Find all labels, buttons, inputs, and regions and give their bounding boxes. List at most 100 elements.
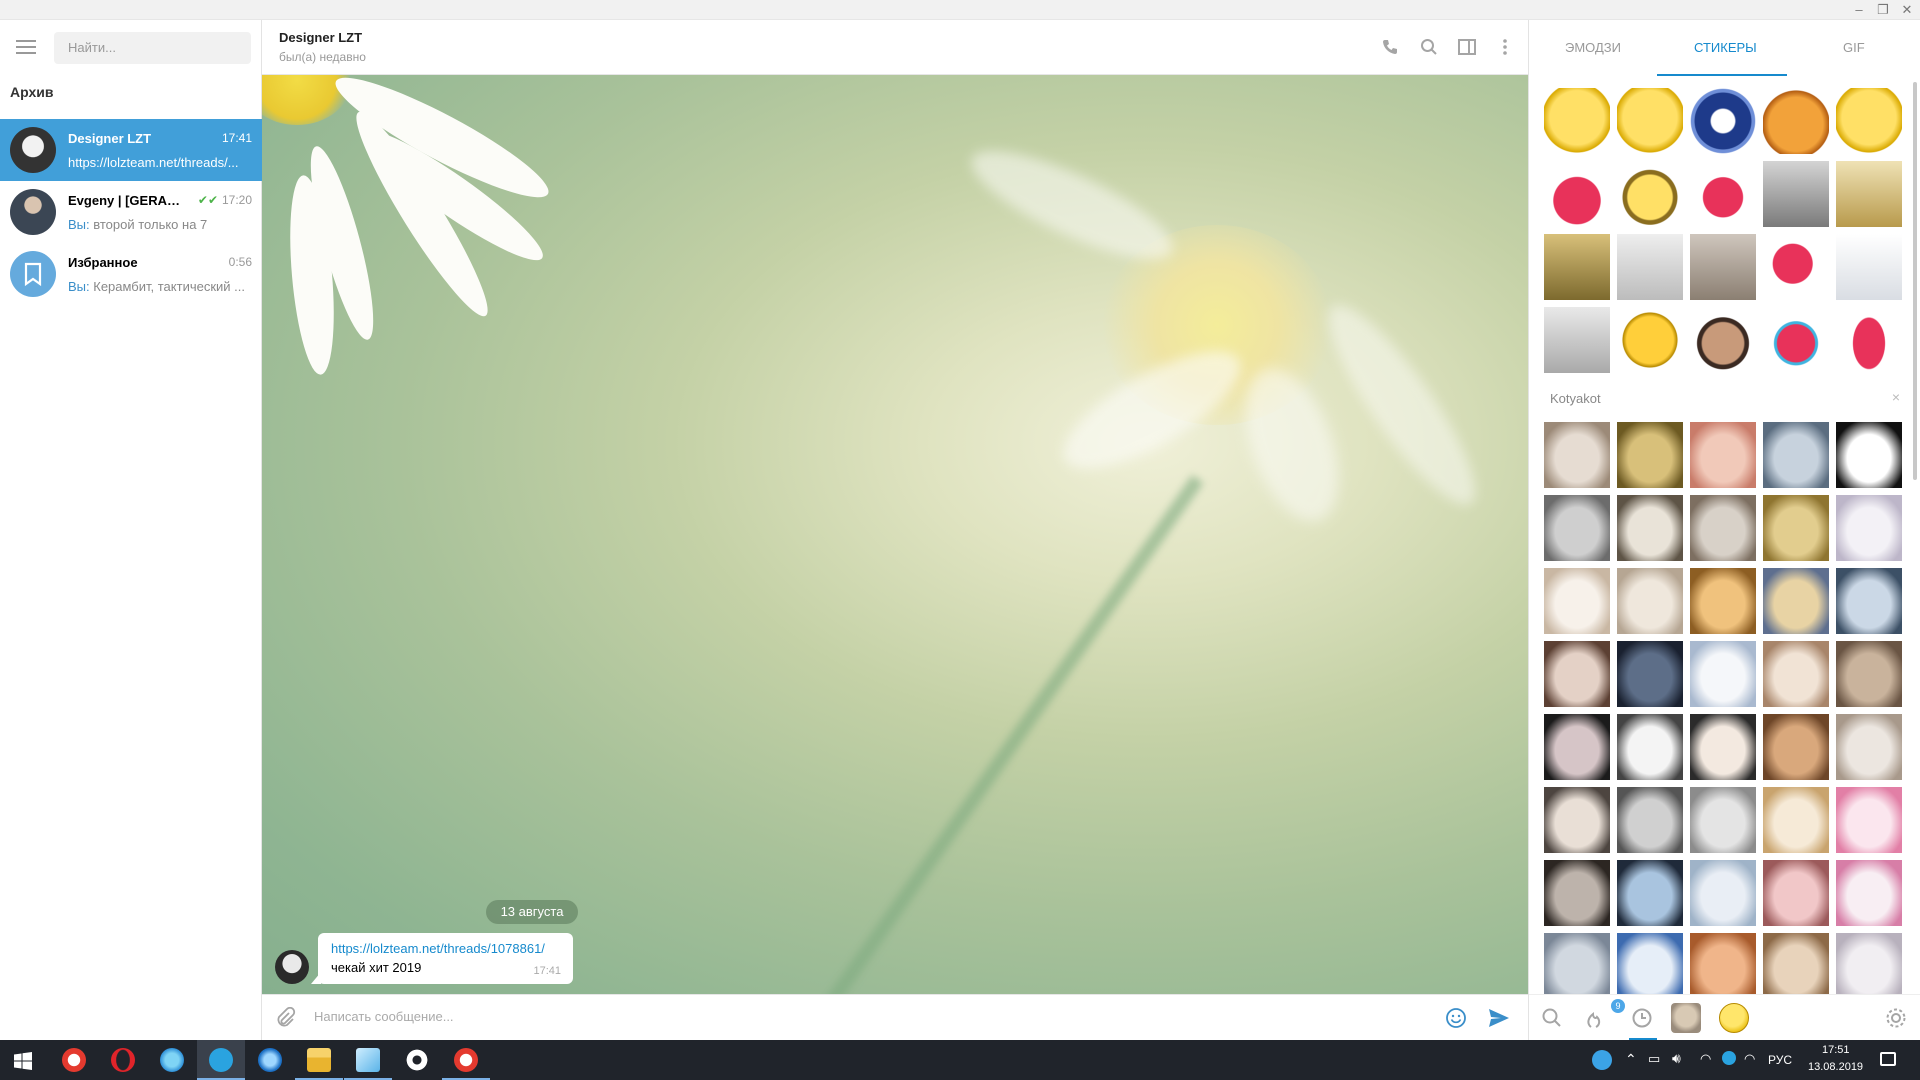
sticker-item[interactable] bbox=[1836, 568, 1902, 634]
sticker-item[interactable] bbox=[1617, 307, 1683, 373]
sticker-item[interactable] bbox=[1544, 88, 1610, 154]
tab-gif[interactable]: GIF bbox=[1843, 40, 1865, 55]
sticker-item[interactable] bbox=[1617, 933, 1683, 999]
sticker-item[interactable] bbox=[1763, 307, 1829, 373]
chat-title[interactable]: Designer LZT bbox=[279, 30, 362, 45]
hamburger-menu-icon[interactable] bbox=[16, 40, 36, 54]
sticker-item[interactable] bbox=[1836, 307, 1902, 373]
sticker-item[interactable] bbox=[1836, 933, 1902, 999]
network-icon[interactable]: ▭ bbox=[1648, 1051, 1660, 1067]
search-icon[interactable] bbox=[1539, 1005, 1565, 1031]
app-icon[interactable] bbox=[148, 1040, 196, 1080]
sticker-item[interactable] bbox=[1544, 860, 1610, 926]
sticker-item[interactable] bbox=[1617, 234, 1683, 300]
message-bubble[interactable]: https://lolzteam.net/threads/1078861/ че… bbox=[318, 933, 573, 984]
windows-start-icon[interactable] bbox=[14, 1052, 32, 1070]
yandex-browser-icon[interactable] bbox=[442, 1040, 490, 1080]
app-icon[interactable] bbox=[344, 1040, 392, 1080]
send-icon[interactable] bbox=[1487, 1007, 1511, 1029]
more-vertical-icon[interactable] bbox=[1495, 37, 1515, 57]
sticker-item[interactable] bbox=[1763, 933, 1829, 999]
telegram-icon[interactable] bbox=[197, 1040, 245, 1080]
sticker-item[interactable] bbox=[1544, 234, 1610, 300]
sticker-item[interactable] bbox=[1617, 88, 1683, 154]
sticker-item[interactable] bbox=[1836, 787, 1902, 853]
sticker-item[interactable] bbox=[1836, 714, 1902, 780]
search-icon[interactable] bbox=[1419, 37, 1439, 57]
sticker-item[interactable] bbox=[1690, 714, 1756, 780]
settings-gear-icon[interactable] bbox=[393, 1040, 441, 1080]
sticker-item[interactable] bbox=[1836, 161, 1902, 227]
sticker-item[interactable] bbox=[1690, 161, 1756, 227]
sticker-item[interactable] bbox=[1690, 234, 1756, 300]
sidebar-toggle-icon[interactable] bbox=[1457, 37, 1477, 57]
app-tray-icon[interactable]: ◠ bbox=[1744, 1051, 1755, 1067]
sticker-item[interactable] bbox=[1617, 495, 1683, 561]
telegram-tray-icon[interactable] bbox=[1722, 1051, 1736, 1065]
sticker-item[interactable] bbox=[1544, 714, 1610, 780]
sticker-item[interactable] bbox=[1544, 933, 1610, 999]
sticker-item[interactable] bbox=[1617, 641, 1683, 707]
sticker-item[interactable] bbox=[1763, 568, 1829, 634]
sticker-item[interactable] bbox=[1544, 307, 1610, 373]
sticker-item[interactable] bbox=[1690, 568, 1756, 634]
search-input[interactable]: Найти... bbox=[54, 32, 251, 64]
clock-time[interactable]: 17:51 bbox=[1822, 1044, 1850, 1056]
sticker-item[interactable] bbox=[1544, 787, 1610, 853]
close-icon[interactable]: × bbox=[1892, 389, 1900, 405]
attach-icon[interactable] bbox=[274, 1007, 296, 1029]
sticker-item[interactable] bbox=[1690, 88, 1756, 154]
message-link[interactable]: https://lolzteam.net/threads/1078861/ bbox=[331, 941, 545, 956]
chevron-up-icon[interactable]: ⌃ bbox=[1625, 1051, 1637, 1068]
language-indicator[interactable]: РУС bbox=[1768, 1053, 1792, 1067]
sticker-item[interactable] bbox=[1836, 860, 1902, 926]
dialog-evgeny[interactable]: Evgeny | [GERALD-... ✔✔ 17:20 Вы: второй… bbox=[0, 181, 262, 243]
recent-clock-icon[interactable] bbox=[1629, 1005, 1655, 1031]
sticker-item[interactable] bbox=[1617, 161, 1683, 227]
sticker-item[interactable] bbox=[1690, 860, 1756, 926]
sticker-item[interactable] bbox=[1544, 641, 1610, 707]
archive-label[interactable]: Архив bbox=[10, 84, 53, 100]
sticker-item[interactable] bbox=[1763, 88, 1829, 154]
volume-icon[interactable]: 🔊︎ bbox=[1672, 1050, 1681, 1067]
sticker-item[interactable] bbox=[1617, 422, 1683, 488]
help-tray-icon[interactable] bbox=[1592, 1050, 1612, 1070]
dialog-saved-messages[interactable]: Избранное 0:56 Вы: Керамбит, тактический… bbox=[0, 243, 262, 305]
tab-emoji[interactable]: ЭМОДЗИ bbox=[1565, 40, 1621, 55]
sticker-item[interactable] bbox=[1690, 307, 1756, 373]
sticker-item[interactable] bbox=[1836, 495, 1902, 561]
kotyakot-set-icon[interactable] bbox=[1671, 1003, 1701, 1033]
meme-face-set-icon[interactable] bbox=[1719, 1003, 1749, 1033]
scrollbar[interactable] bbox=[1913, 82, 1917, 480]
sticker-item[interactable] bbox=[1544, 495, 1610, 561]
emoji-icon[interactable] bbox=[1445, 1007, 1467, 1029]
sticker-item[interactable] bbox=[1763, 787, 1829, 853]
tab-stickers[interactable]: СТИКЕРЫ bbox=[1694, 40, 1757, 55]
close-window-button[interactable]: ✕ bbox=[1896, 0, 1918, 20]
trending-icon[interactable] bbox=[1581, 1005, 1607, 1031]
sticker-item[interactable] bbox=[1763, 495, 1829, 561]
clock-date[interactable]: 13.08.2019 bbox=[1808, 1061, 1863, 1073]
message-input[interactable]: Написать сообщение... bbox=[314, 1009, 454, 1024]
sticker-item[interactable] bbox=[1617, 860, 1683, 926]
sticker-item[interactable] bbox=[1690, 641, 1756, 707]
sticker-item[interactable] bbox=[1763, 860, 1829, 926]
sticker-item[interactable] bbox=[1763, 422, 1829, 488]
dialog-designer-lzt[interactable]: Designer LZT 17:41 https://lolzteam.net/… bbox=[0, 119, 262, 181]
sticker-item[interactable] bbox=[1836, 234, 1902, 300]
file-explorer-icon[interactable] bbox=[295, 1040, 343, 1080]
sticker-item[interactable] bbox=[1690, 422, 1756, 488]
sticker-item[interactable] bbox=[1763, 641, 1829, 707]
opera-icon[interactable] bbox=[99, 1040, 147, 1080]
sticker-item[interactable] bbox=[1690, 787, 1756, 853]
maximize-button[interactable]: ❐ bbox=[1872, 0, 1894, 20]
app-icon[interactable] bbox=[246, 1040, 294, 1080]
sticker-item[interactable] bbox=[1544, 161, 1610, 227]
minimize-button[interactable]: – bbox=[1848, 0, 1870, 20]
sticker-item[interactable] bbox=[1763, 714, 1829, 780]
sticker-item[interactable] bbox=[1763, 161, 1829, 227]
wifi-icon[interactable]: ◠ bbox=[1700, 1051, 1711, 1067]
sticker-item[interactable] bbox=[1690, 495, 1756, 561]
phone-icon[interactable] bbox=[1380, 37, 1400, 57]
settings-gear-icon[interactable] bbox=[1883, 1005, 1909, 1031]
